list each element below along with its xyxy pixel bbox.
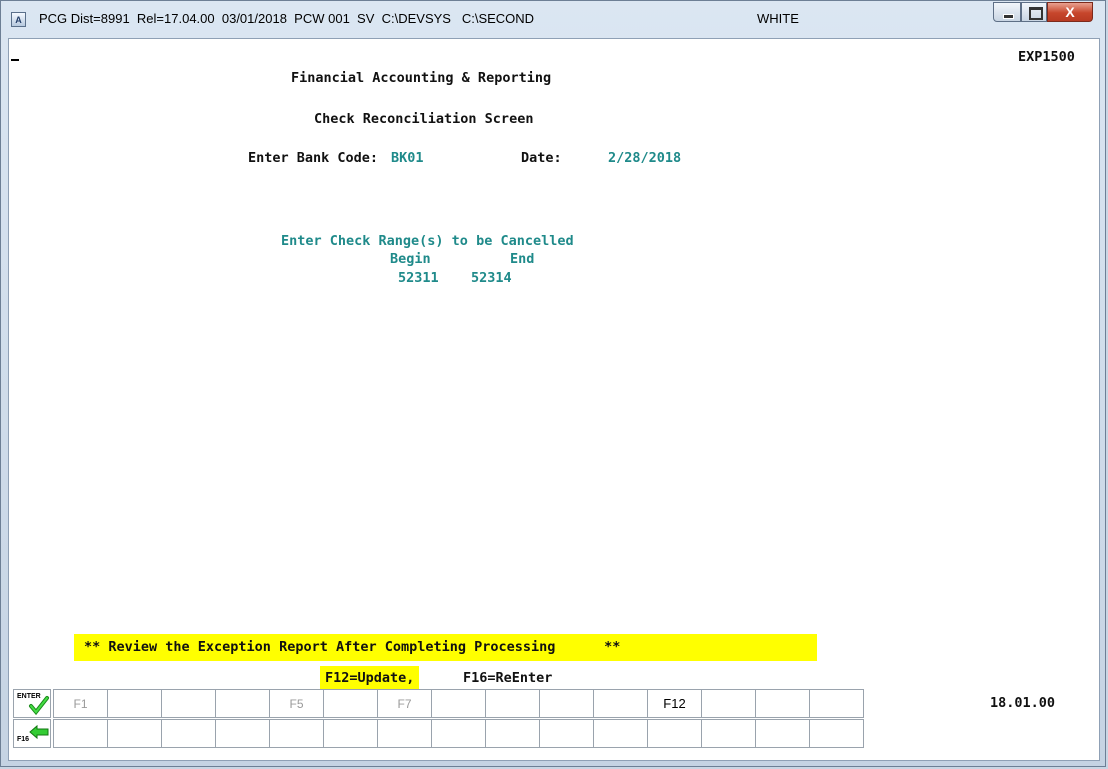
window-title: PCG Dist=8991 Rel=17.04.00 03/01/2018 PC… [39, 11, 534, 26]
close-icon: X [1065, 4, 1075, 20]
title-devsys: C:\DEVSYS [381, 11, 451, 26]
fkey-row2-blank-7[interactable] [431, 719, 486, 748]
maximize-button[interactable] [1021, 2, 1047, 22]
fkey-row2-blank-5[interactable] [323, 719, 378, 748]
fkey-row1-f5[interactable]: F5 [269, 689, 324, 718]
close-button[interactable]: X [1047, 2, 1093, 22]
minimize-icon [994, 3, 1020, 21]
left-arrow-icon [29, 724, 49, 740]
fkey-row1-blank-14[interactable] [809, 689, 864, 718]
terminal-screen[interactable]: EXP1500 Financial Accounting & Reporting… [8, 38, 1100, 761]
title-dist: PCG Dist=8991 [39, 11, 130, 26]
screen-title: Check Reconciliation Screen [314, 111, 534, 127]
fkey-row2-blank-10[interactable] [593, 719, 648, 748]
end-check-field[interactable]: 52314 [471, 270, 512, 286]
app-icon[interactable]: A [11, 12, 26, 27]
fkey-row1-blank-9[interactable] [539, 689, 594, 718]
fkey-row2-blank-9[interactable] [539, 719, 594, 748]
begin-check-field[interactable]: 52311 [398, 270, 439, 286]
version-number: 18.01.00 [990, 695, 1056, 711]
bank-code-field[interactable]: BK01 [391, 150, 424, 166]
f16-button[interactable]: F16 [13, 719, 51, 748]
fkey-row1-blank-5[interactable] [323, 689, 378, 718]
range-prompt: Enter Check Range(s) to be Cancelled [281, 233, 574, 249]
title-pcw: PCW 001 [294, 11, 350, 26]
title-bar[interactable]: A PCG Dist=8991 Rel=17.04.00 03/01/2018 … [1, 1, 1107, 37]
checkmark-icon [29, 696, 49, 716]
text-cursor [11, 59, 19, 61]
fkey-row1-f12[interactable]: F12 [647, 689, 702, 718]
fkey-row1-blank-3[interactable] [215, 689, 270, 718]
program-id: EXP1500 [1018, 49, 1075, 65]
fkey-row1-f7[interactable]: F7 [377, 689, 432, 718]
f16-reenter-action[interactable]: F16=ReEnter [463, 670, 552, 686]
fkey-row2-blank-3[interactable] [215, 719, 270, 748]
fkey-row1-blank-13[interactable] [755, 689, 810, 718]
fkey-row1-blank-2[interactable] [161, 689, 216, 718]
fkey-row1-blank-8[interactable] [485, 689, 540, 718]
title-second: C:\SECOND [461, 11, 535, 26]
fkey-row2-blank-11[interactable] [647, 719, 702, 748]
fkey-row2-blank-2[interactable] [161, 719, 216, 748]
f12-update-action[interactable]: F12=Update, [320, 666, 420, 690]
fkey-row2-blank-8[interactable] [485, 719, 540, 748]
maximize-icon [1022, 3, 1046, 21]
date-label: Date: [521, 150, 562, 166]
fkey-row2-blank-14[interactable] [809, 719, 864, 748]
fkey-row2-blank-1[interactable] [107, 719, 162, 748]
date-field[interactable]: 2/28/2018 [608, 150, 681, 166]
fkey-row1-blank-10[interactable] [593, 689, 648, 718]
begin-label: Begin [390, 251, 431, 267]
title-user: WHITE [757, 11, 799, 26]
end-label: End [510, 251, 535, 267]
enter-button[interactable]: ENTER [13, 689, 51, 718]
fkey-row2-blank-12[interactable] [701, 719, 756, 748]
title-date: 03/01/2018 [221, 11, 287, 26]
fkey-row2-blank-13[interactable] [755, 719, 810, 748]
fkey-row2-blank-4[interactable] [269, 719, 324, 748]
bank-code-label: Enter Bank Code: [248, 150, 379, 166]
title-sv: SV [357, 11, 375, 26]
fkey-row1-blank-7[interactable] [431, 689, 486, 718]
exception-message: ** Review the Exception Report After Com… [74, 634, 817, 661]
minimize-button[interactable] [993, 2, 1021, 22]
fkey-row2-blank-0[interactable] [53, 719, 108, 748]
fkey-row2-blank-6[interactable] [377, 719, 432, 748]
application-window: A PCG Dist=8991 Rel=17.04.00 03/01/2018 … [0, 0, 1106, 767]
fkey-row1-f1[interactable]: F1 [53, 689, 108, 718]
fkey-row1-blank-1[interactable] [107, 689, 162, 718]
fkey-row1-blank-12[interactable] [701, 689, 756, 718]
page-title: Financial Accounting & Reporting [291, 70, 552, 86]
title-rel: Rel=17.04.00 [136, 11, 215, 26]
